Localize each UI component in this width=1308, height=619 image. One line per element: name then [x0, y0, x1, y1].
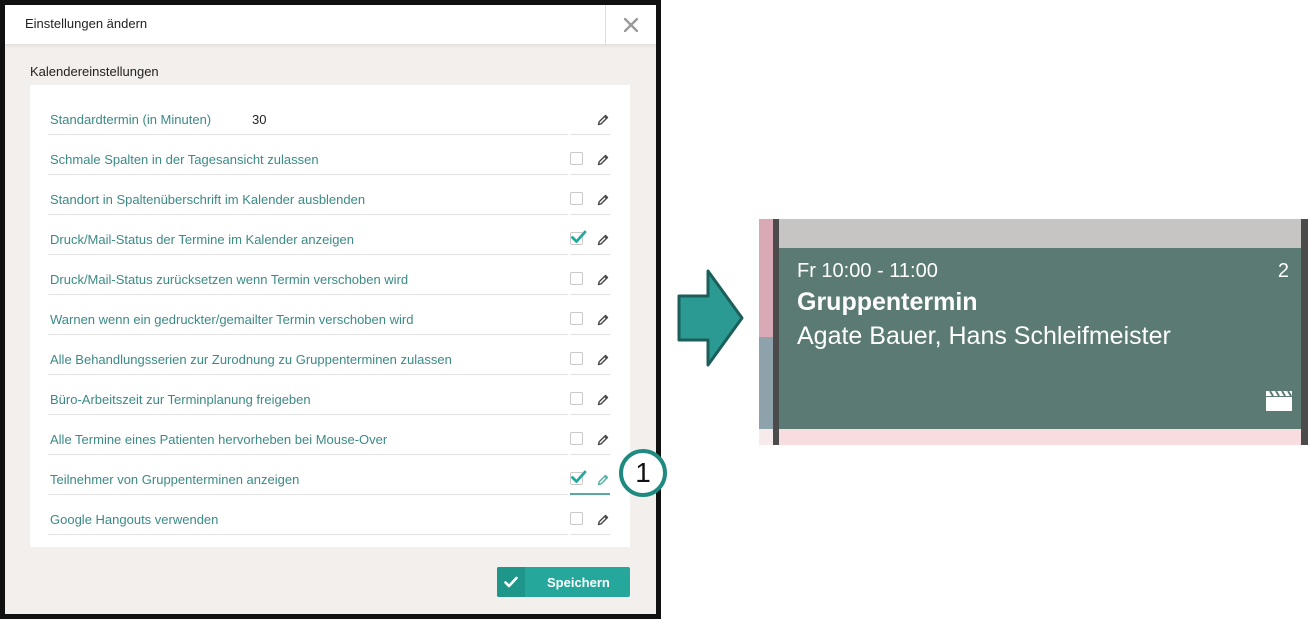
setting-checkbox[interactable]: [570, 470, 587, 485]
setting-label[interactable]: Alle Termine eines Patienten hervorheben…: [50, 432, 387, 447]
calendar-slot: [779, 219, 1301, 248]
dialog-title: Einstellungen ändern: [25, 16, 148, 31]
calendar-strip: [759, 219, 773, 337]
setting-label[interactable]: Google Hangouts verwenden: [50, 512, 218, 527]
pencil-icon[interactable]: [597, 273, 611, 287]
setting-row: Warnen wenn ein gedruckter/gemailter Ter…: [48, 295, 610, 335]
calendar-strip: [759, 337, 773, 429]
settings-list: Standardtermin (in Minuten) 30 Schmale Spa…: [30, 85, 630, 547]
setting-row: Druck/Mail-Status der Termine im Kalende…: [48, 215, 610, 255]
setting-checkbox[interactable]: [570, 152, 583, 165]
setting-checkbox[interactable]: [570, 192, 583, 205]
event-participant-count: 2: [1277, 260, 1289, 282]
setting-value: 30: [252, 112, 267, 127]
setting-row: Alle Behandlungsserien zur Zurodnung zu …: [48, 335, 610, 375]
setting-row: Alle Termine eines Patienten hervorheben…: [48, 415, 610, 455]
clapperboard-icon: [1266, 390, 1292, 411]
column-border: [1301, 219, 1308, 445]
calendar-zoom: Fr 10:00 - 11:00 2 Gruppentermin Agate B…: [759, 219, 1308, 445]
callout-number: 1: [635, 457, 651, 488]
setting-label[interactable]: Standort in Spaltenüberschrift im Kalend…: [50, 192, 365, 207]
row-divider: [48, 534, 568, 535]
calendar-event[interactable]: Fr 10:00 - 11:00 2 Gruppentermin Agate B…: [779, 248, 1301, 429]
setting-row: Schmale Spalten in der Tagesansicht zula…: [48, 135, 610, 175]
event-participants: Agate Bauer, Hans Schleifmeister: [797, 322, 1171, 350]
calendar-strip: [759, 429, 773, 445]
check-icon: [497, 567, 525, 597]
setting-label[interactable]: Teilnehmer von Gruppenterminen anzeigen: [50, 472, 299, 487]
event-time: Fr 10:00 - 11:00: [797, 260, 938, 282]
control-underline: [570, 534, 610, 535]
calendar-slot: [779, 429, 1301, 445]
callout-marker: 1: [619, 449, 667, 497]
pencil-icon[interactable]: [597, 193, 611, 207]
setting-row: Druck/Mail-Status zurücksetzen wenn Term…: [48, 255, 610, 295]
save-button[interactable]: Speichern: [497, 567, 630, 597]
close-icon: [624, 18, 638, 32]
pencil-icon[interactable]: [597, 353, 611, 367]
close-button[interactable]: [605, 5, 656, 45]
setting-row: Standort in Spaltenüberschrift im Kalend…: [48, 175, 610, 215]
pencil-icon[interactable]: [597, 513, 611, 527]
checkmark-icon: [571, 470, 587, 483]
checkmark-icon: [571, 230, 587, 243]
setting-checkbox[interactable]: [570, 312, 583, 325]
dialog-header: Einstellungen ändern: [5, 5, 656, 45]
setting-row: Teilnehmer von Gruppenterminen anzeigen: [48, 455, 610, 495]
arrow-right-icon: [677, 269, 744, 367]
pencil-icon[interactable]: [597, 433, 611, 447]
setting-label[interactable]: Schmale Spalten in der Tagesansicht zula…: [50, 152, 319, 167]
setting-checkbox[interactable]: [570, 352, 583, 365]
setting-checkbox[interactable]: [570, 392, 583, 405]
save-button-label: Speichern: [547, 575, 610, 590]
setting-label[interactable]: Druck/Mail-Status der Termine im Kalende…: [50, 232, 354, 247]
pencil-icon[interactable]: [597, 473, 611, 487]
setting-label[interactable]: Alle Behandlungsserien zur Zurodnung zu …: [50, 352, 452, 367]
pencil-icon[interactable]: [597, 233, 611, 247]
setting-label[interactable]: Standardtermin (in Minuten): [50, 112, 211, 127]
setting-row: Google Hangouts verwenden: [48, 495, 610, 535]
pencil-icon[interactable]: [597, 313, 611, 327]
pencil-icon[interactable]: [597, 153, 611, 167]
event-title: Gruppentermin: [797, 288, 978, 316]
pencil-icon[interactable]: [597, 393, 611, 407]
setting-checkbox[interactable]: [570, 512, 583, 525]
setting-row: Büro-Arbeitszeit zur Terminplanung freig…: [48, 375, 610, 415]
setting-label[interactable]: Büro-Arbeitszeit zur Terminplanung freig…: [50, 392, 311, 407]
setting-checkbox[interactable]: [570, 272, 583, 285]
pencil-icon[interactable]: [597, 113, 611, 127]
setting-label[interactable]: Druck/Mail-Status zurücksetzen wenn Term…: [50, 272, 408, 287]
setting-checkbox[interactable]: [570, 230, 587, 245]
setting-row: Standardtermin (in Minuten) 30: [48, 95, 610, 135]
setting-label[interactable]: Warnen wenn ein gedruckter/gemailter Ter…: [50, 312, 413, 327]
settings-dialog: Einstellungen ändern Kalendereinstellung…: [0, 0, 661, 619]
section-title: Kalendereinstellungen: [30, 64, 159, 79]
setting-checkbox[interactable]: [570, 432, 583, 445]
